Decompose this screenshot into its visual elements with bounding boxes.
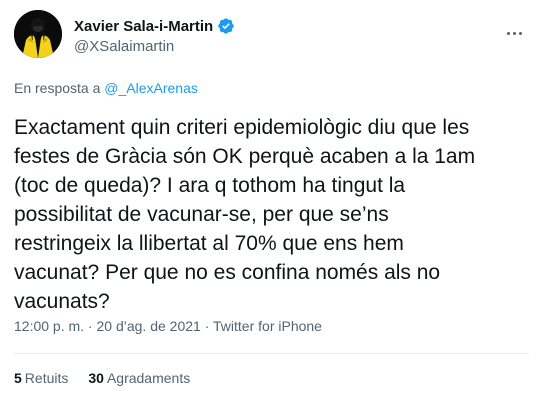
likes-count: 30 [88, 370, 104, 386]
tweet-meta: 12:00 p. m. · 20 d’ag. de 2021 · Twitter… [14, 318, 322, 334]
reply-to-link[interactable]: @_AlexArenas [104, 80, 198, 96]
tweet-stats: 5 Retuits 30 Agradaments [14, 370, 190, 386]
tweet-time[interactable]: 12:00 p. m. [14, 318, 84, 334]
author-display-name[interactable]: Xavier Sala-i-Martin [74, 18, 213, 35]
retweets-count: 5 [14, 370, 22, 386]
tweet-date[interactable]: 20 d’ag. de 2021 [97, 318, 201, 334]
author-names: Xavier Sala-i-Martin @XSalaimartin [74, 16, 235, 55]
retweets-stat[interactable]: 5 Retuits [14, 370, 68, 386]
likes-stat[interactable]: 30 Agradaments [88, 370, 190, 386]
divider [14, 353, 529, 354]
retweets-label: Retuits [24, 370, 69, 386]
tweet-text: Exactament quin criteri epidemiològic di… [14, 116, 476, 313]
meta-separator: · [200, 318, 214, 334]
likes-label: Agradaments [106, 370, 191, 386]
tweet-source[interactable]: Twitter for iPhone [213, 318, 322, 334]
meta-separator: · [84, 318, 97, 334]
display-name-row: Xavier Sala-i-Martin [74, 16, 235, 36]
avatar[interactable] [14, 10, 62, 58]
more-options-icon[interactable] [503, 24, 525, 42]
reply-prefix: En resposta a [14, 80, 105, 96]
avatar-jacket-yellow-icon [14, 10, 62, 58]
tweet-card: Xavier Sala-i-Martin @XSalaimartin En re… [0, 0, 543, 401]
verified-badge-icon [217, 17, 235, 35]
reply-context: En resposta a @_AlexArenas [14, 80, 198, 96]
tweet-header: Xavier Sala-i-Martin @XSalaimartin [14, 10, 529, 60]
author-handle[interactable]: @XSalaimartin [74, 38, 235, 55]
